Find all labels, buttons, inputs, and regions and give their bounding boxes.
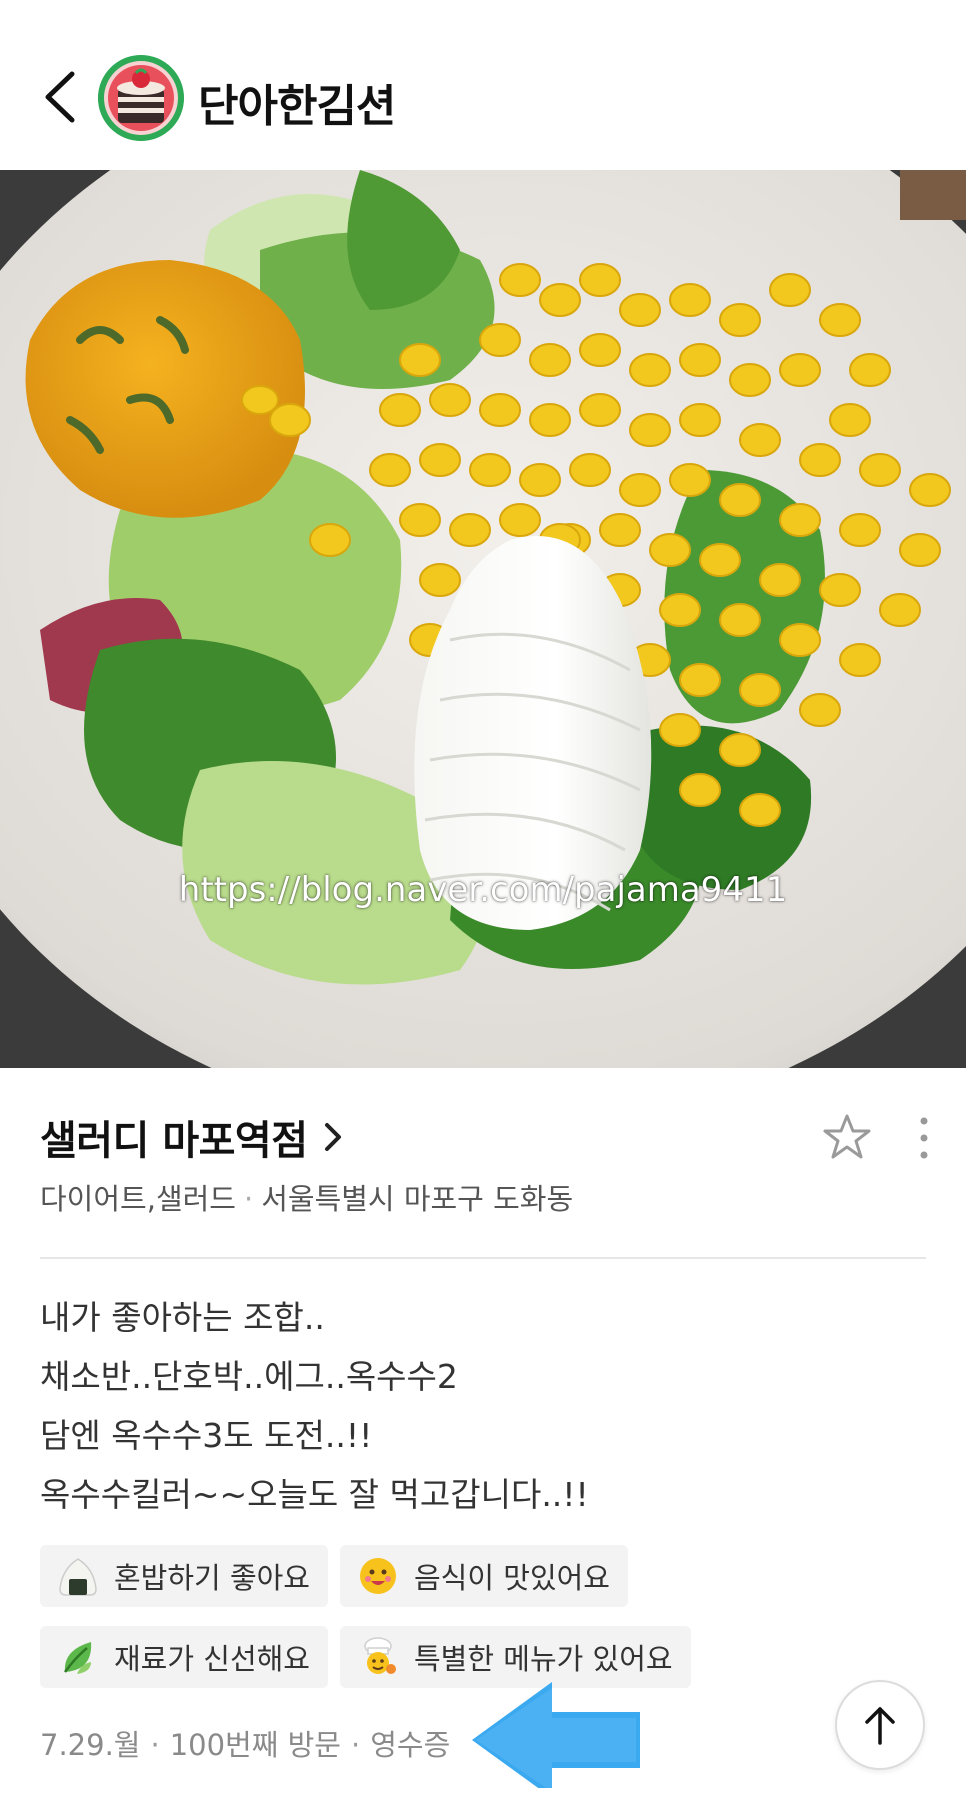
footer-separator: ·	[150, 1728, 160, 1762]
chef-icon	[356, 1635, 400, 1679]
keyword-tag[interactable]: 혼밥하기 좋아요	[40, 1545, 328, 1607]
arrow-up-icon	[865, 1707, 895, 1745]
smiley-icon	[356, 1554, 400, 1598]
author-avatar[interactable]	[98, 55, 184, 141]
watermelon-cake-icon	[98, 55, 184, 141]
author-name[interactable]: 단아한김션	[198, 70, 396, 134]
meta-separator: ·	[243, 1182, 254, 1216]
review-line: 옥수수킬러~~오늘도 잘 먹고갑니다..!!	[40, 1475, 589, 1514]
section-divider	[40, 1257, 926, 1259]
footer-separator: ·	[350, 1728, 361, 1762]
chevron-left-icon	[45, 71, 75, 123]
annotation-arrow-icon	[466, 1678, 646, 1793]
tag-label: 음식이 맛있어요	[414, 1561, 610, 1595]
more-vertical-icon	[920, 1117, 928, 1159]
place-category: 다이어트,샐러드	[40, 1182, 236, 1216]
favorite-button[interactable]	[822, 1112, 872, 1162]
photo-watermark: https://blog.naver.com/pajama9411	[178, 870, 788, 910]
salad-photo-image	[0, 170, 966, 1068]
review-photo[interactable]: https://blog.naver.com/pajama9411	[0, 170, 966, 1068]
review-text: 내가 좋아하는 조합.. 채소반..단호박..에그..옥수수2 담엔 옥수수3도…	[40, 1288, 920, 1524]
review-line: 담엔 옥수수3도 도전..!!	[40, 1416, 373, 1455]
visit-date: 7.29.월	[40, 1728, 141, 1762]
chevron-right-icon	[324, 1123, 341, 1151]
place-address: 서울특별시 마포구 도화동	[261, 1182, 574, 1216]
rice-ball-icon	[56, 1554, 100, 1598]
place-name-link[interactable]: 샐러디 마포역점	[40, 1108, 344, 1166]
review-line: 내가 좋아하는 조합..	[40, 1298, 325, 1337]
more-options-button[interactable]	[910, 1112, 938, 1164]
review-line: 채소반..단호박..에그..옥수수2	[40, 1357, 458, 1396]
back-button[interactable]	[36, 62, 88, 132]
place-meta: 다이어트,샐러드 · 서울특별시 마포구 도화동	[40, 1176, 573, 1218]
keyword-tag[interactable]: 재료가 신선해요	[40, 1626, 328, 1688]
tag-label: 혼밥하기 좋아요	[114, 1561, 310, 1595]
leaf-icon	[56, 1635, 100, 1679]
tag-label: 특별한 메뉴가 있어요	[414, 1642, 673, 1676]
star-outline-icon	[823, 1114, 871, 1159]
keyword-tag[interactable]: 음식이 맛있어요	[340, 1545, 628, 1607]
scroll-to-top-button[interactable]	[835, 1680, 925, 1770]
app-header: 단아한김션	[0, 0, 966, 170]
visit-info: 7.29.월 · 100번째 방문 · 영수증	[40, 1722, 450, 1764]
tag-label: 재료가 신선해요	[114, 1642, 310, 1676]
visit-count: 100번째 방문	[169, 1728, 341, 1762]
place-name: 샐러디 마포역점	[40, 1118, 308, 1164]
receipt-label: 영수증	[370, 1728, 451, 1762]
